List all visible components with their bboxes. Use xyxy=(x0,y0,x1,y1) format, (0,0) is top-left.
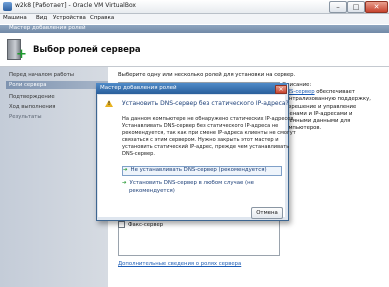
menu-devices[interactable]: Устройства xyxy=(53,15,86,21)
description-header: Описание: xyxy=(282,82,312,88)
dialog-message-line: связаться с этим сервером. Нужно закрыть… xyxy=(122,136,279,143)
install-dns-anyway-button[interactable]: ➔ Установить DNS-сервер в любом случае (н… xyxy=(122,180,254,188)
roles-intro-text: Выберите одну или несколько ролей для ус… xyxy=(118,72,296,78)
wizard-header: + Выбор ролей сервера xyxy=(0,33,389,67)
maximize-button[interactable]: □ xyxy=(347,1,365,13)
close-button[interactable]: ✕ xyxy=(365,1,388,13)
dialog-close-button[interactable]: ✕ xyxy=(275,85,287,94)
window-title: w2k8 [Работает] - Oracle VM VirtualBox xyxy=(15,2,136,9)
cancel-button[interactable]: Отмена xyxy=(251,207,283,219)
dialog-message-line: На данном компьютере не обнаружено стати… xyxy=(122,116,296,122)
vbox-menubar: Машина Вид Устройства Справка xyxy=(0,14,389,24)
description-line: разрешение и управление xyxy=(282,103,357,110)
command-label-continuation[interactable]: рекомендуется) xyxy=(129,188,175,194)
green-arrow-icon: ➔ xyxy=(123,167,128,173)
wizard-titlebar: Мастер добавления ролей xyxy=(0,25,389,33)
sidebar-item-results: Результаты xyxy=(9,114,42,120)
dialog-heading: Установить DNS-сервер без статического I… xyxy=(122,100,289,107)
sidebar-item-confirmation[interactable]: Подтверждение xyxy=(9,93,55,101)
menu-machine[interactable]: Машина xyxy=(3,15,27,21)
dialog-message-line: Устанавливать DNS-сервер без статическог… xyxy=(122,122,279,129)
menu-view[interactable]: Вид xyxy=(36,15,47,21)
sidebar-item-progress[interactable]: Ход выполнения xyxy=(9,103,55,111)
role-label: Факс-сервер xyxy=(128,222,164,228)
sidebar-item-before-you-begin[interactable]: Перед началом работы xyxy=(9,71,74,79)
menu-help[interactable]: Справка xyxy=(90,15,114,21)
role-row-fax[interactable]: Факс-сервер xyxy=(118,221,163,229)
do-not-install-dns-button[interactable]: ➔ Не устанавливать DNS-сервер (рекомендуе… xyxy=(122,166,282,176)
more-about-roles-link[interactable]: Дополнительные сведения о ролях сервера xyxy=(118,261,241,267)
dialog-message-line: установить статический IP-адрес, прежде … xyxy=(122,143,290,150)
server-add-icon: + xyxy=(7,37,27,61)
description-line: именами и IP-адресами и xyxy=(282,110,353,117)
dialog-titlebar: Мастер добавления ролей xyxy=(96,83,287,94)
description-line: обеспечивает xyxy=(314,89,355,96)
role-checkbox[interactable] xyxy=(118,221,125,228)
sidebar-item-server-roles[interactable]: Роли сервера xyxy=(6,81,109,89)
description-line: централизованную поддержку, xyxy=(282,96,371,103)
command-label: Не устанавливать DNS-сервер (рекомендует… xyxy=(130,167,267,173)
command-label: Установить DNS-сервер в любом случае (не xyxy=(129,180,254,186)
dialog-message-line: рекомендуется, так как при смене IP-адре… xyxy=(122,129,296,136)
virtualbox-icon xyxy=(3,2,12,11)
dialog-message: На данном компьютере не обнаружено стати… xyxy=(122,116,296,157)
role-description: Описание: DNS-сервер обеспечивает центра… xyxy=(282,82,386,142)
wizard-window-title: Мастер добавления ролей xyxy=(9,25,86,31)
dialog-message-line: DNS-сервер. xyxy=(122,150,155,157)
warning-exclamation-icon: ! xyxy=(107,101,111,107)
dialog-title: Мастер добавления ролей xyxy=(100,85,177,91)
vbox-titlebar: w2k8 [Работает] - Oracle VM VirtualBox –… xyxy=(0,0,389,14)
green-arrow-icon: ➔ xyxy=(122,180,127,186)
description-line: именными данными для xyxy=(282,118,351,125)
page-title: Выбор ролей сервера xyxy=(33,45,141,55)
description-line: компьютеров. xyxy=(282,125,322,132)
minimize-button[interactable]: – xyxy=(329,1,347,13)
